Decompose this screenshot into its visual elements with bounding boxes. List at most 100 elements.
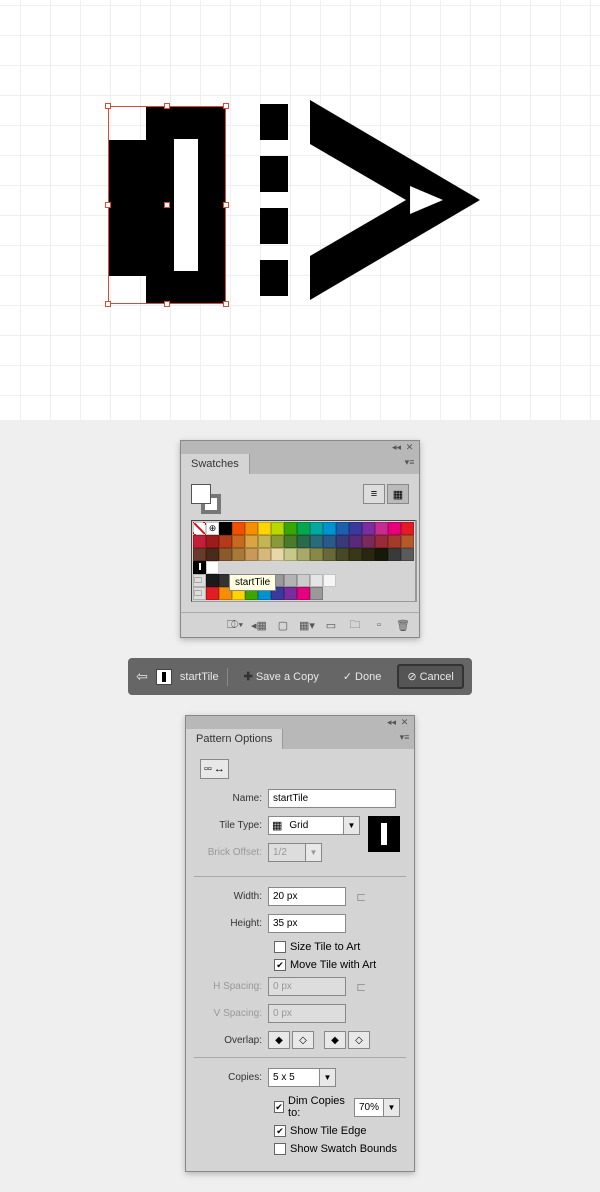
close-icon[interactable]: ✕ [399, 717, 410, 728]
color-swatch[interactable] [362, 522, 375, 535]
back-arrow-icon[interactable]: ⇦ [136, 668, 148, 685]
color-swatch[interactable] [375, 522, 388, 535]
new-color-group-icon[interactable]: ▦▾ [299, 618, 315, 632]
color-swatch[interactable] [310, 574, 323, 587]
overlap-left-button[interactable]: ◆ [268, 1031, 290, 1049]
color-swatch[interactable] [323, 535, 336, 548]
color-swatch[interactable] [193, 535, 206, 548]
color-swatch[interactable] [245, 535, 258, 548]
panel-menu-icon[interactable]: ▾≡ [404, 457, 415, 468]
list-view-button[interactable]: ≡ [363, 484, 385, 504]
color-swatch[interactable] [232, 548, 245, 561]
color-swatch[interactable] [206, 548, 219, 561]
swatches-tab[interactable]: Swatches [181, 454, 250, 474]
swatch-scrollbar[interactable] [416, 520, 417, 602]
color-swatch[interactable] [349, 548, 362, 561]
grid-view-button[interactable]: ▦ [387, 484, 409, 504]
color-swatch[interactable] [388, 522, 401, 535]
height-field[interactable] [268, 914, 346, 933]
pattern-swatch[interactable] [206, 561, 219, 574]
color-swatch[interactable] [297, 535, 310, 548]
artboard-canvas[interactable] [0, 0, 600, 420]
color-group-folder[interactable]: 🗀 [193, 574, 206, 587]
panel-titlebar[interactable]: ◂◂ ✕ [186, 716, 414, 729]
dim-copies-dropdown[interactable]: 70% ▼ [354, 1098, 400, 1117]
color-swatch[interactable] [310, 535, 323, 548]
color-swatch[interactable] [349, 522, 362, 535]
color-swatch[interactable] [388, 535, 401, 548]
color-swatch[interactable] [310, 548, 323, 561]
overlap-top-button[interactable]: ◆ [324, 1031, 346, 1049]
color-swatch[interactable] [258, 535, 271, 548]
color-swatch[interactable] [219, 548, 232, 561]
selection-handle[interactable] [105, 301, 111, 307]
cancel-button[interactable]: ⊘ Cancel [397, 664, 463, 689]
done-button[interactable]: ✓ Done [335, 666, 390, 687]
selection-handle[interactable] [164, 301, 170, 307]
overlap-bottom-button[interactable]: ◇ [348, 1031, 370, 1049]
color-swatch[interactable] [336, 535, 349, 548]
collapse-icon[interactable]: ◂◂ [386, 717, 397, 728]
color-swatch[interactable] [401, 522, 414, 535]
swatch-options-icon[interactable]: ▢ [275, 618, 291, 632]
color-swatch[interactable] [297, 587, 310, 600]
color-swatch[interactable] [310, 522, 323, 535]
pattern-swatch[interactable] [193, 561, 206, 574]
color-swatch[interactable] [297, 574, 310, 587]
color-swatch[interactable] [206, 587, 219, 600]
folder-icon[interactable]: 🗀 [347, 618, 363, 632]
new-swatch-icon[interactable]: ▫ [371, 618, 387, 632]
name-field[interactable] [268, 789, 396, 808]
color-swatch[interactable] [271, 535, 284, 548]
selection-handle[interactable] [223, 202, 229, 208]
color-swatch[interactable] [232, 522, 245, 535]
color-swatch[interactable] [258, 548, 271, 561]
link-icon[interactable]: ⊏ [356, 890, 366, 904]
registration-swatch[interactable]: ⊕ [206, 522, 219, 535]
panel-menu-icon[interactable]: ▾≡ [399, 732, 410, 743]
selection-handle[interactable] [223, 103, 229, 109]
selection-handle[interactable] [105, 202, 111, 208]
color-swatch[interactable] [336, 522, 349, 535]
color-swatch[interactable] [232, 535, 245, 548]
move-tile-checkbox[interactable]: ✔ [274, 959, 286, 971]
color-swatch[interactable] [401, 535, 414, 548]
color-swatch[interactable] [388, 548, 401, 561]
color-swatch[interactable] [323, 548, 336, 561]
color-swatch[interactable] [219, 535, 232, 548]
color-swatch[interactable] [284, 548, 297, 561]
color-swatch[interactable] [284, 535, 297, 548]
color-swatch[interactable] [297, 548, 310, 561]
tile-type-dropdown[interactable]: ▦ Grid ▼ [268, 816, 360, 835]
color-swatch[interactable] [336, 548, 349, 561]
selection-handle[interactable] [105, 103, 111, 109]
color-swatch[interactable] [297, 522, 310, 535]
color-swatch[interactable] [271, 522, 284, 535]
overlap-right-button[interactable]: ◇ [292, 1031, 314, 1049]
color-swatch[interactable] [349, 535, 362, 548]
fill-stroke-indicator[interactable] [191, 484, 221, 514]
color-swatch[interactable] [362, 535, 375, 548]
color-swatch[interactable] [245, 548, 258, 561]
selection-handle[interactable] [164, 202, 170, 208]
color-swatch[interactable] [375, 548, 388, 561]
color-swatch[interactable] [375, 535, 388, 548]
pattern-tile-tool-button[interactable]: ▫▫ ↔ [200, 759, 229, 779]
color-swatch[interactable] [206, 535, 219, 548]
color-swatch[interactable] [193, 548, 206, 561]
color-swatch[interactable] [271, 548, 284, 561]
color-swatch[interactable] [284, 587, 297, 600]
swatch-grid[interactable]: ⊕ 🗀🗀 [191, 520, 416, 602]
color-swatch[interactable] [323, 574, 336, 587]
swatch-kinds-icon[interactable]: ◂▦ [251, 618, 267, 632]
color-swatch[interactable] [310, 587, 323, 600]
color-swatch[interactable] [362, 548, 375, 561]
trash-icon[interactable]: 🗑 [395, 618, 411, 632]
selection-handle[interactable] [164, 103, 170, 109]
close-icon[interactable]: ✕ [404, 442, 415, 453]
fill-box[interactable] [191, 484, 211, 504]
color-swatch[interactable] [401, 548, 414, 561]
dim-copies-checkbox[interactable]: ✔ [274, 1101, 284, 1113]
color-swatch[interactable] [323, 522, 336, 535]
color-group-folder[interactable]: 🗀 [193, 587, 206, 600]
